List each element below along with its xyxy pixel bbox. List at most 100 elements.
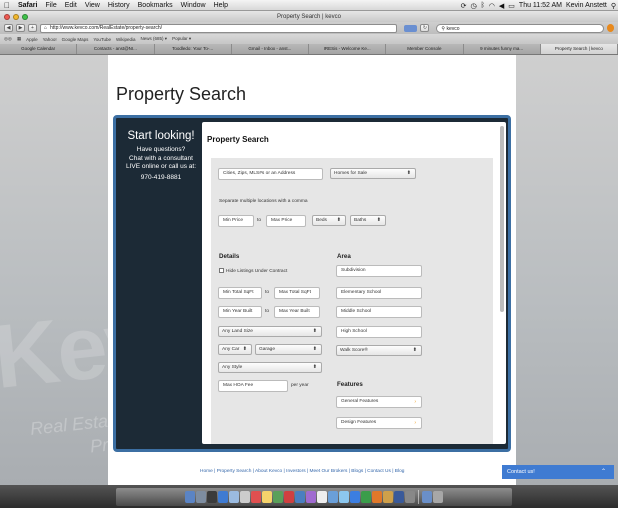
tab-funny-video[interactable]: 9 minutes funny ma...: [463, 44, 541, 54]
app-store-icon[interactable]: [328, 491, 338, 503]
excel-icon[interactable]: [361, 491, 371, 503]
skype-icon[interactable]: [339, 491, 349, 503]
tab-contacts[interactable]: Contacts - anst@NI...: [77, 44, 155, 54]
dashboard-icon[interactable]: [196, 491, 206, 503]
back-button[interactable]: ◀: [4, 24, 13, 32]
min-sqft-input[interactable]: Min Total SqFt: [218, 287, 262, 299]
trash-icon[interactable]: [433, 491, 443, 503]
general-features-dropdown[interactable]: General Features ›: [336, 396, 422, 408]
snapback-icon[interactable]: [606, 24, 614, 32]
contact-us-chat-tab[interactable]: Contact us! ⌃: [502, 465, 614, 479]
high-school-input[interactable]: High School: [336, 326, 422, 338]
land-size-value: Any Land Size: [222, 329, 253, 334]
contacts-icon[interactable]: [240, 491, 250, 503]
menu-user[interactable]: Kevin Anstett: [566, 2, 607, 9]
min-price-input[interactable]: Min Price: [218, 215, 254, 227]
menu-edit[interactable]: Edit: [61, 2, 81, 9]
contact-sidebar: Start looking! Have questions? Chat with…: [116, 118, 206, 449]
land-size-select[interactable]: Any Land Size ⬍: [218, 326, 322, 337]
menu-clock[interactable]: Thu 11:52 AM: [519, 2, 562, 9]
bookmark-google-maps[interactable]: Google Maps: [62, 37, 89, 42]
calendar-icon[interactable]: [251, 491, 261, 503]
tab-property-search[interactable]: Property Search | kevco: [540, 44, 618, 54]
top-sites-icon[interactable]: ▦: [17, 36, 21, 42]
hide-contract-option[interactable]: Hide Listings Under Contract: [219, 268, 287, 274]
bookmark-wikipedia[interactable]: Wikipedia: [116, 37, 136, 42]
menu-history[interactable]: History: [104, 2, 134, 9]
tab-bar: Google Calendar Contacts - anst@NI... To…: [0, 44, 618, 55]
photo-booth-icon[interactable]: [284, 491, 294, 503]
menu-file[interactable]: File: [41, 2, 60, 9]
wifi-icon[interactable]: ◠: [489, 2, 495, 10]
safari-icon[interactable]: [218, 491, 228, 503]
sync-icon[interactable]: ⟳: [461, 2, 467, 10]
middle-school-input[interactable]: Middle School: [336, 306, 422, 318]
style-select[interactable]: Any Style ⬍: [218, 362, 322, 373]
bluetooth-icon[interactable]: ᛒ: [481, 2, 485, 9]
volume-icon[interactable]: ◀: [499, 2, 504, 10]
powerpoint-icon[interactable]: [372, 491, 382, 503]
network-icon[interactable]: [394, 491, 404, 503]
walk-score-select[interactable]: Walk Score® ⬍: [336, 345, 422, 356]
listing-type-select[interactable]: Homes for Sale ⬍: [330, 168, 416, 179]
reload-icon[interactable]: ↻: [420, 24, 430, 32]
textedit-icon[interactable]: [317, 491, 327, 503]
garage-select[interactable]: Garage ⬍: [255, 344, 322, 355]
max-year-input[interactable]: Max Year Built: [274, 306, 320, 318]
beds-select[interactable]: Beds ⬍: [312, 215, 346, 226]
menu-view[interactable]: View: [81, 2, 104, 9]
reading-list-icon[interactable]: ◎◎: [4, 36, 12, 42]
menu-app-name[interactable]: Safari: [14, 2, 41, 9]
design-features-dropdown[interactable]: Design Features ›: [336, 417, 422, 429]
elementary-school-input[interactable]: Elementary School: [336, 287, 422, 299]
tab-gmail[interactable]: Gmail - Inbox - anst...: [231, 44, 309, 54]
sidebar-phone[interactable]: 970-419-8881: [116, 174, 206, 182]
bookmark-yahoo[interactable]: Yahoo!: [43, 37, 57, 42]
forward-button[interactable]: ▶: [16, 24, 25, 32]
footer-links[interactable]: Home | Property Search | About Kevco | I…: [200, 469, 404, 474]
battery-icon[interactable]: ▭: [508, 2, 515, 10]
word-icon[interactable]: [350, 491, 360, 503]
apple-icon[interactable]: : [0, 1, 14, 10]
location-input[interactable]: Cities, Zips, MLS#s or an Address: [218, 168, 323, 180]
itunes-icon[interactable]: [306, 491, 316, 503]
max-sqft-input[interactable]: Max Total SqFt: [274, 287, 320, 299]
subdivision-input[interactable]: Subdivision: [336, 265, 422, 277]
downloads-stack-icon[interactable]: [422, 491, 432, 503]
spotlight-icon[interactable]: ⚲: [611, 2, 616, 10]
stocks-icon[interactable]: [383, 491, 393, 503]
tab-google-calendar[interactable]: Google Calendar: [0, 44, 78, 54]
tab-toodledo[interactable]: Toodledo: Your To-...: [154, 44, 232, 54]
min-year-input[interactable]: Min Year Built: [218, 306, 262, 318]
car-select[interactable]: Any Car ⬍: [218, 344, 252, 355]
menu-window[interactable]: Window: [177, 2, 210, 9]
mission-control-icon[interactable]: [207, 491, 217, 503]
mail-icon[interactable]: [229, 491, 239, 503]
menu-help[interactable]: Help: [210, 2, 232, 9]
menu-bookmarks[interactable]: Bookmarks: [134, 2, 177, 9]
tab-member-console[interactable]: Member Console: [386, 44, 464, 54]
iphoto-icon[interactable]: [295, 491, 305, 503]
listing-type-value: Homes for Sale: [334, 171, 368, 176]
max-price-input[interactable]: Max Price: [266, 215, 306, 227]
facetime-icon[interactable]: [273, 491, 283, 503]
sidebar-line-chat[interactable]: Chat with a consultant: [116, 155, 206, 164]
tab-iresis[interactable]: IRESis - Welcome Ke...: [309, 44, 387, 54]
address-bar[interactable]: ⌂ http://www.kevco.com/RealEstate/proper…: [40, 23, 398, 33]
search-field[interactable]: ⚲ kevco: [436, 23, 604, 33]
notes-icon[interactable]: [262, 491, 272, 503]
baths-select[interactable]: Baths ⬍: [350, 215, 386, 226]
system-preferences-icon[interactable]: [405, 491, 415, 503]
finder-icon[interactable]: [185, 491, 195, 503]
add-bookmark-button[interactable]: +: [28, 24, 37, 32]
hide-contract-checkbox[interactable]: [219, 268, 224, 273]
bookmark-popular[interactable]: Popular ▾: [172, 36, 191, 42]
time-machine-icon[interactable]: ◷: [470, 2, 476, 10]
max-hoa-input[interactable]: Max HOA Fee: [218, 380, 288, 392]
bookmark-news[interactable]: News (685) ▾: [141, 36, 168, 42]
panel-scrollbar[interactable]: [500, 126, 504, 312]
menu-extras: ⟳ ◷ ᛒ ◠ ◀ ▭ Thu 11:52 AM Kevin Anstett ⚲: [461, 0, 616, 11]
reader-icon[interactable]: [404, 24, 418, 32]
bookmark-apple[interactable]: Apple: [26, 37, 38, 42]
bookmark-youtube[interactable]: YouTube: [93, 37, 111, 42]
